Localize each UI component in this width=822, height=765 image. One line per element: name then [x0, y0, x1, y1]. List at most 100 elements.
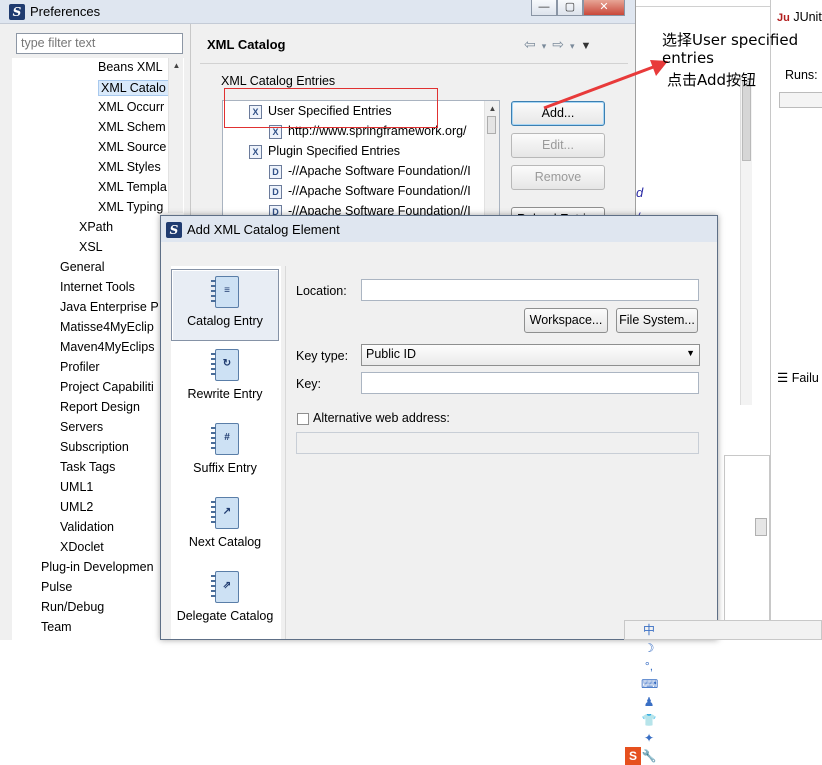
ime-tool-icon[interactable]: ⌨ — [641, 675, 658, 693]
catalog-book-icon: # — [209, 423, 241, 459]
key-type-select[interactable]: Public ID ▼ — [361, 344, 700, 366]
tree-item[interactable]: Report Design — [60, 400, 140, 414]
ime-tool-icon[interactable]: 🔧 — [641, 747, 657, 765]
tree-item[interactable]: Team — [41, 620, 72, 634]
location-input[interactable] — [361, 279, 699, 301]
xml-catalog-icon: X — [249, 144, 262, 159]
minimize-icon[interactable]: — — [531, 0, 557, 16]
catalog-entry-label: -//Apache Software Foundation//I — [288, 184, 471, 198]
tree-item[interactable]: XML Schem — [98, 120, 166, 134]
junit-tab[interactable]: Ju JUnit — [777, 10, 822, 24]
tree-scrollbar[interactable]: ▲ — [168, 58, 183, 213]
junit-failures-tab[interactable]: ☰ Failu — [777, 370, 819, 385]
junit-view: Ju JUnit Runs: ☰ Failu — [770, 0, 822, 640]
catalog-book-icon: ↗ — [209, 497, 241, 533]
tree-item[interactable]: Run/Debug — [41, 600, 104, 614]
tree-item[interactable]: XML Source — [98, 140, 166, 154]
filter-input[interactable]: type filter text — [16, 33, 183, 54]
alternative-web-label: Alternative web address: — [313, 411, 450, 425]
tree-item[interactable]: XML Catalo — [98, 80, 169, 96]
preferences-titlebar: S Preferences — ▢ ✕ — [0, 0, 635, 24]
ime-tool-icon[interactable]: 中 — [641, 621, 657, 639]
editor-scrollbar[interactable] — [740, 75, 752, 405]
remove-button[interactable]: Remove — [511, 165, 605, 190]
chevron-down-icon: ▼ — [686, 348, 695, 358]
key-input[interactable] — [361, 372, 699, 394]
scroll-up-icon[interactable]: ▲ — [485, 101, 499, 116]
ime-tool-icon[interactable]: 👕 — [641, 711, 657, 729]
annotation-line-2: entries — [662, 49, 714, 67]
tree-item[interactable]: Servers — [60, 420, 103, 434]
catalog-type-label: Catalog Entry — [187, 314, 263, 328]
preferences-tree: Beans XML XML Catalo XML Occurr XML Schem XM… — [12, 58, 184, 640]
dialog-title: Add XML Catalog Element — [187, 222, 340, 237]
ime-tool-icon[interactable]: °, — [641, 657, 657, 675]
catalog-book-icon: ↻ — [209, 349, 241, 385]
tree-item[interactable]: XSL — [79, 240, 103, 254]
tree-item[interactable]: Subscription — [60, 440, 129, 454]
maximize-icon[interactable]: ▢ — [557, 0, 583, 16]
catalog-book-icon: ≡ — [209, 276, 241, 312]
catalog-type-delegate-catalog[interactable]: ⇗ Delegate Catalog — [171, 565, 279, 637]
annotation-arrow — [543, 60, 668, 110]
file-system-button[interactable]: File System... — [616, 308, 698, 333]
junit-progress-bar — [779, 92, 822, 108]
alternative-web-input — [296, 432, 699, 454]
tree-item[interactable]: Plug-in Developmen — [41, 560, 154, 574]
sogou-logo-icon[interactable]: S — [625, 747, 641, 765]
tree-item[interactable]: XML Typing — [98, 200, 163, 214]
catalog-type-catalog-entry[interactable]: ≡ Catalog Entry — [171, 269, 279, 341]
tree-item[interactable]: Beans XML — [98, 60, 163, 74]
catalog-entry-row[interactable]: D -//Apache Software Foundation//I — [269, 164, 471, 179]
key-type-value: Public ID — [366, 347, 417, 361]
tree-item[interactable]: Profiler — [60, 360, 100, 374]
highlight-box — [224, 88, 438, 128]
tree-item[interactable]: Matisse4MyEclip — [60, 320, 154, 334]
tree-item[interactable]: Internet Tools — [60, 280, 135, 294]
catalog-entry-row[interactable]: D -//Apache Software Foundation//I — [269, 184, 471, 199]
alternative-web-checkbox[interactable] — [297, 413, 309, 425]
catalog-type-suffix-entry[interactable]: # Suffix Entry — [171, 417, 279, 489]
edit-button[interactable]: Edit... — [511, 133, 605, 158]
tree-item[interactable]: General — [60, 260, 104, 274]
tree-item[interactable]: Validation — [60, 520, 114, 534]
ime-tool-icon[interactable]: ♟ — [641, 693, 657, 711]
tree-item[interactable]: UML1 — [60, 480, 93, 494]
window-title: Preferences — [30, 4, 101, 19]
key-type-label: Key type: — [296, 349, 349, 363]
tree-item[interactable]: Java Enterprise P — [60, 300, 159, 314]
editor-divider — [636, 6, 770, 7]
catalog-type-rewrite-entry[interactable]: ↻ Rewrite Entry — [171, 343, 279, 415]
workspace-button[interactable]: Workspace... — [524, 308, 608, 333]
ime-toolbar: S 中☽°,⌨♟👕✦🔧 — [624, 620, 822, 765]
page-title: XML Catalog — [207, 37, 286, 52]
tree-item[interactable]: UML2 — [60, 500, 93, 514]
catalog-type-next-catalog[interactable]: ↗ Next Catalog — [171, 491, 279, 563]
dtd-file-icon: D — [269, 184, 282, 199]
eclipse-app-icon: S — [9, 4, 25, 20]
tree-item[interactable]: Task Tags — [60, 460, 115, 474]
tree-item[interactable]: XML Templa — [98, 180, 167, 194]
entries-scrollbar[interactable]: ▲ — [484, 101, 499, 219]
catalog-type-list: ≡ Catalog Entry ↻ Rewrite Entry # Suffix Entr… — [171, 266, 281, 639]
annotation-line-3: 点击Add按钮 — [667, 71, 757, 89]
catalog-type-label: Delegate Catalog — [176, 609, 274, 623]
catalog-entries-group-label: XML Catalog Entries — [221, 74, 336, 88]
tree-item[interactable]: XML Occurr — [98, 100, 164, 114]
catalog-book-icon: ⇗ — [209, 571, 241, 607]
catalog-type-label: Next Catalog — [188, 535, 262, 549]
close-icon[interactable]: ✕ — [583, 0, 625, 16]
tree-item[interactable]: XPath — [79, 220, 113, 234]
tree-item[interactable]: Pulse — [41, 580, 72, 594]
tree-item[interactable]: XML Styles — [98, 160, 161, 174]
ime-tool-icon[interactable]: ✦ — [641, 729, 657, 747]
ime-tool-icon[interactable]: ☽ — [641, 639, 657, 657]
scroll-thumb[interactable] — [487, 116, 496, 134]
lower-panel — [724, 455, 770, 640]
scroll-up-icon[interactable]: ▲ — [169, 58, 184, 73]
tree-item[interactable]: XDoclet — [60, 540, 104, 554]
catalog-entry-form: Location: Workspace... File System... Ke… — [285, 266, 717, 639]
tree-item[interactable]: Maven4MyEclips — [60, 340, 154, 354]
catalog-entry-row[interactable]: X Plugin Specified Entries — [249, 144, 400, 159]
tree-item[interactable]: Project Capabiliti — [60, 380, 154, 394]
